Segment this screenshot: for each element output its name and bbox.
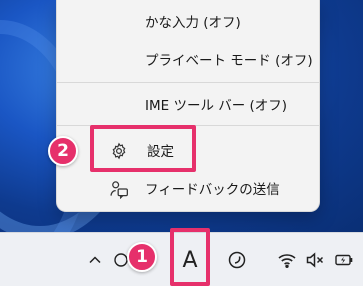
menu-item-kana-input[interactable]: かな入力 (オフ) xyxy=(57,4,319,38)
menu-item-ime-toolbar[interactable]: IME ツール バー (オフ) xyxy=(57,87,319,121)
menu-separator xyxy=(57,82,319,83)
step-badge-2: 2 xyxy=(48,136,78,166)
menu-item-send-feedback[interactable]: フィードバックの送信 xyxy=(57,171,319,205)
volume-muted-icon[interactable] xyxy=(304,233,326,286)
menu-item-label: プライベート モード (オフ) xyxy=(145,53,313,69)
menu-item-private-mode[interactable]: プライベート モード (オフ) xyxy=(57,42,319,76)
menu-item-label: フィードバックの送信 xyxy=(145,182,280,198)
menu-item-label: かな入力 (オフ) xyxy=(145,15,241,31)
step-badge-1: 1 xyxy=(127,242,157,272)
ime-mode-highlight-box xyxy=(170,228,210,286)
chevron-up-icon[interactable] xyxy=(84,233,106,286)
settings-highlight-box xyxy=(90,125,196,172)
menu-item-label: IME ツール バー (オフ) xyxy=(145,98,288,114)
ime-pad-icon[interactable] xyxy=(226,233,248,286)
battery-charging-icon[interactable] xyxy=(332,233,356,286)
feedback-icon xyxy=(109,179,129,199)
ime-context-menu: かな入力 (オフ) プライベート モード (オフ) IME ツール バー (オフ… xyxy=(56,0,320,212)
wifi-icon[interactable] xyxy=(276,233,298,286)
